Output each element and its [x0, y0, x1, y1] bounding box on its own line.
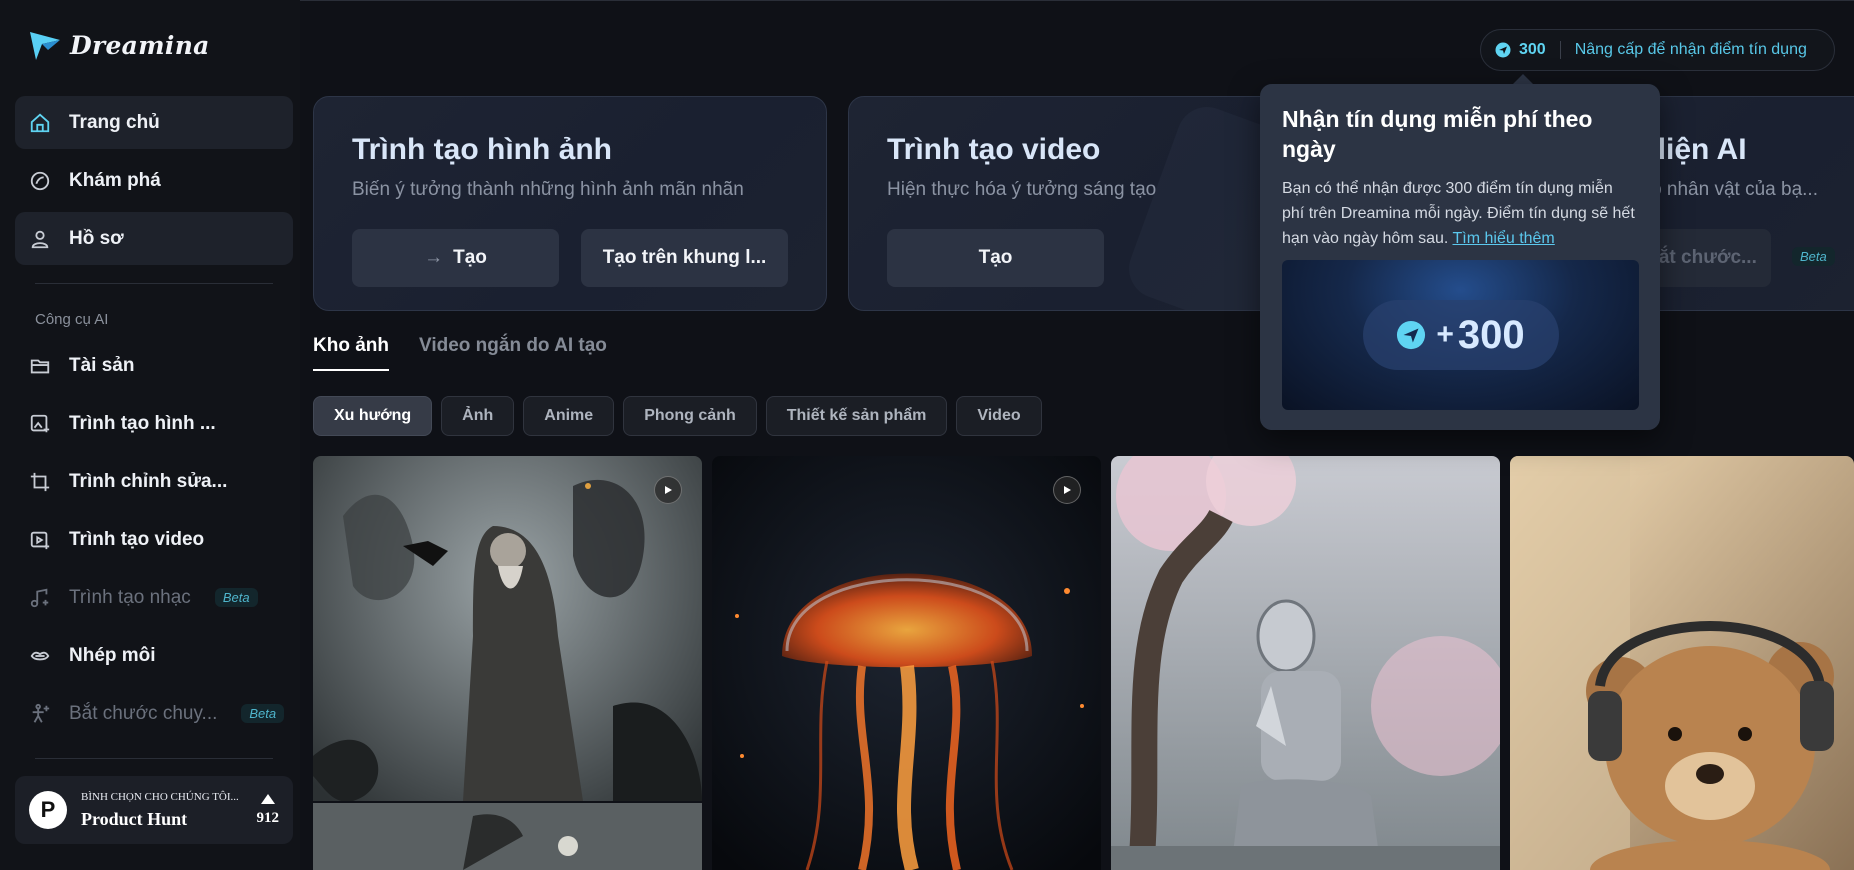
- nav-item-lip-sync[interactable]: Nhép môi: [15, 629, 293, 682]
- user-icon: [31, 230, 49, 248]
- nav-item-home[interactable]: Trang chủ: [15, 96, 293, 149]
- product-hunt-logo-icon: P: [29, 791, 67, 829]
- nav-label-editor: Trình chỉnh sửa...: [69, 470, 228, 492]
- crop-icon: [30, 472, 50, 491]
- create-video-button[interactable]: Tạo: [887, 229, 1104, 287]
- nav-label-video-generator: Trình tạo video: [69, 528, 205, 550]
- nav-item-video-generator[interactable]: Trình tạo video: [15, 513, 293, 566]
- credit-icon: [1495, 42, 1511, 58]
- dreamina-logo-icon: [30, 32, 60, 60]
- nav-item-motion-mimic[interactable]: Bắt chước chuy... Beta: [15, 687, 293, 740]
- card-title: Trình tạo video: [887, 133, 1101, 166]
- folder-icon: [30, 359, 50, 373]
- nav-label-assets: Tài sản: [69, 354, 135, 376]
- card-subtitle: Hiện thực hóa ý tưởng sáng tạo: [887, 179, 1157, 200]
- chip-photo[interactable]: Ảnh: [441, 396, 515, 436]
- gallery-item-jellyfish[interactable]: [712, 456, 1101, 870]
- explore-icon: [30, 171, 50, 190]
- beta-badge: Beta: [1792, 247, 1835, 266]
- nav-item-explore[interactable]: Khám phá: [15, 154, 293, 207]
- nav-item-editor[interactable]: Trình chỉnh sửa...: [15, 455, 293, 508]
- sidebar: Dreamina Trang chủ Khám phá Hồ sơ Công c…: [0, 0, 300, 870]
- sidebar-divider: [35, 283, 273, 284]
- arrow-right-icon: →: [424, 247, 444, 268]
- upgrade-link[interactable]: Nâng cấp để nhận điểm tín dụng: [1575, 41, 1807, 59]
- nav-label-home: Trang chủ: [69, 111, 160, 133]
- chip-video[interactable]: Video: [956, 396, 1042, 436]
- filter-chips: Xu hướng Ảnh Anime Phong cảnh Thiết kế s…: [313, 396, 1042, 436]
- create-on-canvas-label: Tạo trên khung l...: [602, 247, 767, 268]
- nav-label-profile: Hồ sơ: [69, 227, 124, 249]
- credits-count: 300: [1519, 41, 1546, 58]
- wizard-raven-image: [313, 456, 702, 870]
- beta-badge: Beta: [241, 704, 285, 723]
- credits-banner-pill: + 300: [1362, 300, 1559, 370]
- teddy-bear-headphones-image: [1510, 456, 1854, 870]
- main-nav: Trang chủ Khám phá Hồ sơ: [15, 96, 293, 270]
- logo[interactable]: Dreamina: [28, 28, 210, 62]
- gallery-item-robot[interactable]: [1111, 456, 1500, 870]
- sidebar-divider: [35, 758, 273, 759]
- daily-credits-popover: Nhận tín dụng miễn phí theo ngày Bạn có …: [1260, 84, 1660, 430]
- nav-label-lip-sync: Nhép môi: [69, 644, 156, 666]
- section-label-ai-tools: Công cụ AI: [35, 311, 109, 328]
- popover-body: Bạn có thể nhận được 300 điểm tín dụng m…: [1282, 176, 1638, 251]
- card-title: Trình tạo hình ảnh: [352, 133, 612, 166]
- nav-label-music-generator: Trình tạo nhạc: [69, 586, 191, 608]
- gallery-item-wizard[interactable]: [313, 456, 702, 870]
- credits-separator: [1559, 41, 1561, 59]
- nav-label-explore: Khám phá: [69, 169, 161, 191]
- gallery-tabs: Kho ảnh Video ngắn do AI tạo: [313, 335, 607, 371]
- chip-trending[interactable]: Xu hướng: [313, 396, 433, 436]
- praying-robot-image: [1111, 456, 1500, 870]
- fire-jellyfish-image: [712, 456, 1101, 870]
- credit-icon: [1397, 320, 1426, 350]
- product-hunt-card[interactable]: P BÌNH CHỌN CHO CHÚNG TÔI... Product Hun…: [15, 776, 293, 844]
- product-hunt-tagline: BÌNH CHỌN CHO CHÚNG TÔI...: [81, 790, 239, 803]
- tools-nav: Tài sản Trình tạo hình ... Trình chỉnh s…: [15, 339, 293, 745]
- beta-badge: Beta: [214, 588, 258, 607]
- image-generator-card[interactable]: Trình tạo hình ảnh Biến ý tưởng thành nh…: [313, 96, 827, 311]
- create-video-label: Tạo: [978, 247, 1013, 268]
- card-subtitle: Biến ý tưởng thành những hình ảnh mãn nh…: [352, 179, 744, 200]
- gallery-item-teddy[interactable]: [1510, 456, 1854, 870]
- banner-value: 300: [1457, 312, 1525, 357]
- upvote-count: 912: [256, 809, 280, 826]
- chip-landscape[interactable]: Phong cảnh: [623, 396, 757, 436]
- tab-image-gallery[interactable]: Kho ảnh: [313, 335, 389, 371]
- image-gen-icon: [30, 414, 50, 432]
- nav-item-assets[interactable]: Tài sản: [15, 339, 293, 392]
- banner-plus: +: [1436, 318, 1454, 351]
- nav-label-image-generator: Trình tạo hình ...: [69, 412, 216, 434]
- upvote-icon: [260, 793, 275, 804]
- nav-item-image-generator[interactable]: Trình tạo hình ...: [15, 397, 293, 450]
- nav-item-profile[interactable]: Hồ sơ: [15, 212, 293, 265]
- play-icon[interactable]: [654, 476, 682, 504]
- nav-label-motion-mimic: Bắt chước chuy...: [69, 702, 218, 724]
- mimic-label: Bắt chước...: [1645, 247, 1757, 268]
- product-hunt-name: Product Hunt: [81, 808, 188, 829]
- logo-text: Dreamina: [70, 30, 210, 60]
- learn-more-link[interactable]: Tìm hiểu thêm: [1453, 230, 1555, 247]
- credits-banner: + 300: [1282, 260, 1639, 410]
- popover-title: Nhận tín dụng miễn phí theo ngày: [1282, 106, 1593, 162]
- play-icon[interactable]: [1053, 476, 1081, 504]
- create-image-label: Tạo: [453, 247, 487, 268]
- home-icon: [30, 113, 50, 132]
- video-gen-icon: [30, 531, 50, 549]
- nav-item-music-generator[interactable]: Trình tạo nhạc Beta: [15, 571, 293, 624]
- chip-product-design[interactable]: Thiết kế sản phẩm: [765, 396, 948, 436]
- chip-anime[interactable]: Anime: [523, 396, 615, 436]
- create-image-button[interactable]: → Tạo: [352, 229, 559, 287]
- lip-sync-icon: [30, 651, 50, 660]
- music-icon: [30, 588, 49, 607]
- credits-pill[interactable]: 300 Nâng cấp để nhận điểm tín dụng: [1480, 29, 1835, 71]
- motion-icon: [32, 703, 50, 723]
- tab-ai-short-videos[interactable]: Video ngắn do AI tạo: [419, 335, 607, 371]
- create-on-canvas-button[interactable]: Tạo trên khung l...: [581, 229, 788, 287]
